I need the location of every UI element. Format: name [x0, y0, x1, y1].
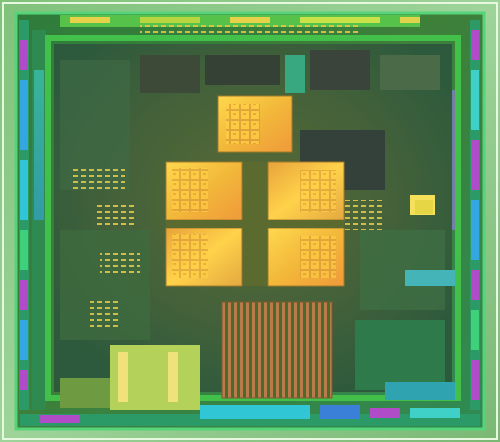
cpu-core-upper-right: [267, 161, 345, 221]
cpu-core-upper-left: [165, 161, 243, 221]
core-bus: [166, 220, 344, 228]
die-photo: [0, 0, 500, 442]
cpu-core-lower-right: [267, 227, 345, 287]
left-io-pads: [19, 20, 46, 410]
memory-controller: [221, 301, 333, 399]
cpu-core-top: [217, 95, 293, 153]
cpu-core-lower-left: [165, 227, 243, 287]
chip-die-illustration: [0, 0, 500, 442]
